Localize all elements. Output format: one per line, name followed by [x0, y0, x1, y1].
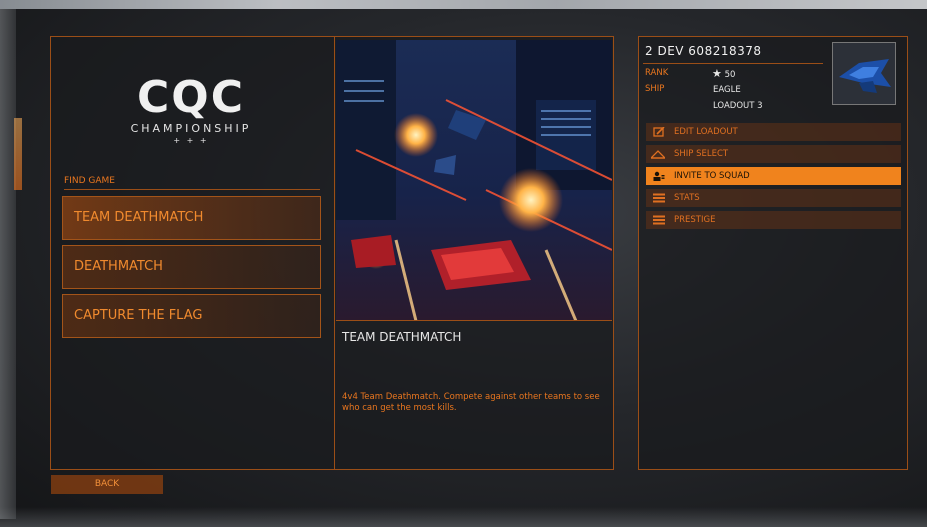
back-button[interactable]: BACK	[51, 475, 163, 494]
ship-icon	[651, 150, 665, 159]
mode-description-title: TEAM DEATHMATCH	[342, 330, 462, 344]
menu-stats[interactable]: STATS	[646, 189, 901, 207]
logo-letters: CQC	[137, 72, 245, 123]
rank-value: ★ 50	[712, 67, 735, 80]
rank-number: 50	[724, 70, 736, 80]
mode-artwork	[336, 40, 612, 321]
ship-value: EAGLE	[713, 85, 741, 95]
edit-icon	[653, 127, 665, 137]
menu-prestige[interactable]: PRESTIGE	[646, 211, 901, 229]
menu-label: SHIP SELECT	[674, 149, 729, 159]
ship-label: SHIP	[645, 84, 665, 94]
menu-edit-loadout[interactable]: EDIT LOADOUT	[646, 123, 901, 141]
eagle-ship-image	[833, 43, 895, 104]
menu-label: EDIT LOADOUT	[674, 127, 738, 137]
mode-description-text: 4v4 Team Deathmatch. Compete against oth…	[342, 392, 600, 413]
star-icon: ★	[712, 67, 722, 80]
find-game-label: FIND GAME	[64, 176, 320, 190]
rank-label: RANK	[645, 68, 669, 78]
list-icon	[653, 193, 665, 203]
menu-invite-to-squad[interactable]: INVITE TO SQUAD	[646, 167, 901, 185]
left-background-edge	[0, 9, 16, 519]
panel-divider	[334, 36, 335, 470]
ship-thumbnail	[832, 42, 896, 105]
left-light-glow	[14, 118, 22, 190]
users-icon	[653, 171, 665, 181]
logo-subtitle: CHAMPIONSHIP	[130, 122, 252, 135]
space-battle-illustration	[336, 40, 612, 320]
commander-name-underline	[643, 63, 823, 64]
menu-ship-select[interactable]: SHIP SELECT	[646, 145, 901, 163]
mode-button-deathmatch[interactable]: DEATHMATCH	[62, 245, 321, 289]
logo-stars: + + +	[173, 136, 209, 145]
top-background-strip	[0, 0, 927, 9]
list-icon	[653, 215, 665, 225]
mode-button-team-deathmatch[interactable]: TEAM DEATHMATCH	[62, 196, 321, 240]
menu-label: STATS	[674, 193, 700, 203]
cqc-logo: CQC CHAMPIONSHIP + + +	[113, 72, 269, 146]
menu-label: INVITE TO SQUAD	[674, 171, 750, 181]
loadout-value: LOADOUT 3	[713, 101, 763, 111]
game-screen: CQC CHAMPIONSHIP + + + FIND GAME TEAM DE…	[0, 0, 927, 527]
bottom-background-strip	[0, 507, 927, 527]
menu-label: PRESTIGE	[674, 215, 716, 225]
commander-name: 2 DEV 608218378	[645, 44, 762, 58]
mode-button-capture-the-flag[interactable]: CAPTURE THE FLAG	[62, 294, 321, 338]
